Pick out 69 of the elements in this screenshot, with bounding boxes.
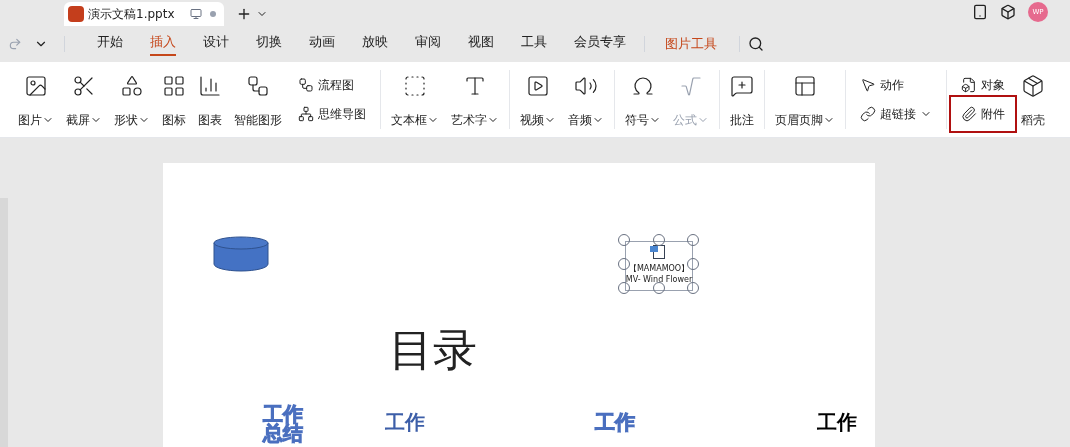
new-tab-icon[interactable] (236, 6, 252, 22)
word-art-text: 工作总结 (263, 405, 304, 443)
word-art-text: 工作 (817, 413, 858, 432)
menu-tab[interactable]: 插入 (150, 32, 176, 56)
ribbon-button[interactable]: 符号 (621, 70, 665, 129)
page-icon (793, 74, 817, 98)
picture-icon (24, 74, 48, 98)
diagram-icon (246, 74, 270, 98)
document-tab[interactable]: 演示文稿1.pptx (64, 2, 224, 26)
letter-icon (463, 74, 487, 98)
file-icon (653, 245, 665, 259)
ribbon-button[interactable]: 流程图 (294, 73, 370, 96)
word-art-text: 工作 (595, 413, 636, 432)
comment-icon (730, 74, 754, 98)
package-icon (1021, 74, 1045, 98)
ribbon-button[interactable]: 对象 (957, 73, 1009, 96)
document-title: 演示文稿1.pptx (88, 6, 175, 23)
slide-title: 目录 (389, 328, 477, 372)
ribbon-button[interactable]: 智能图形 (230, 70, 286, 129)
tablet-icon[interactable] (972, 4, 988, 20)
context-tab[interactable]: 图片工具 (665, 34, 717, 54)
mouse-icon (860, 76, 876, 93)
video-icon (526, 74, 550, 98)
link-icon (860, 106, 876, 123)
ribbon-button[interactable]: 思维导图 (294, 103, 370, 126)
menu-tab[interactable]: 工具 (521, 32, 547, 56)
cube-icon[interactable] (1000, 4, 1016, 20)
ribbon-button[interactable]: 形状 (110, 70, 154, 129)
ribbon-button[interactable]: 图表 (194, 70, 226, 129)
menu-tab[interactable]: 视图 (468, 32, 494, 56)
text-box-icon (403, 74, 427, 98)
bar-chart-icon (198, 74, 222, 98)
ribbon-button[interactable]: 图片 (14, 70, 58, 129)
menu-tab[interactable]: 放映 (362, 32, 388, 56)
attachment-label: MV- Wind Flower (625, 274, 693, 285)
monitor-icon (190, 8, 202, 20)
ribbon-button[interactable]: 稻壳 (1017, 70, 1049, 129)
ribbon-button[interactable]: 艺术字 (447, 70, 503, 129)
ribbon-button[interactable]: 文本框 (387, 70, 443, 129)
menu-tab[interactable]: 设计 (203, 32, 229, 56)
shapes-icon (120, 74, 144, 98)
grid-icon (162, 74, 186, 98)
ribbon-button[interactable]: 附件 (957, 103, 1009, 126)
search-icon[interactable] (748, 36, 764, 52)
menu-tab[interactable]: 切换 (256, 32, 282, 56)
radical-icon (679, 74, 703, 98)
ribbon-button[interactable]: 页眉页脚 (771, 70, 839, 129)
menu-tab[interactable]: 开始 (97, 32, 123, 56)
mind-map-icon (298, 106, 314, 123)
paperclip-icon (961, 106, 977, 123)
ribbon-button[interactable]: 动作 (856, 73, 936, 96)
ribbon-button[interactable]: 批注 (726, 70, 758, 129)
ribbon-button[interactable]: 视频 (516, 70, 560, 129)
object-icon (961, 76, 977, 93)
cylinder-shape (213, 236, 269, 272)
menu-tab[interactable]: 审阅 (415, 32, 441, 56)
ribbon-button[interactable]: 截屏 (62, 70, 106, 129)
ribbon-button[interactable]: 音频 (564, 70, 608, 129)
flowchart-icon (298, 76, 314, 93)
omega-icon (631, 74, 655, 98)
menu-tab[interactable]: 会员专享 (574, 32, 626, 56)
redo-icon[interactable] (8, 37, 22, 51)
ribbon-button[interactable]: 图标 (158, 70, 190, 129)
ribbon-button[interactable]: 超链接 (856, 103, 936, 126)
speaker-icon (574, 74, 598, 98)
menu-tab[interactable]: 动画 (309, 32, 335, 56)
app-logo-icon (68, 6, 84, 22)
attachment-label: 【MAMAMOO】 (628, 263, 690, 274)
word-art-text: 工作 (385, 413, 426, 432)
